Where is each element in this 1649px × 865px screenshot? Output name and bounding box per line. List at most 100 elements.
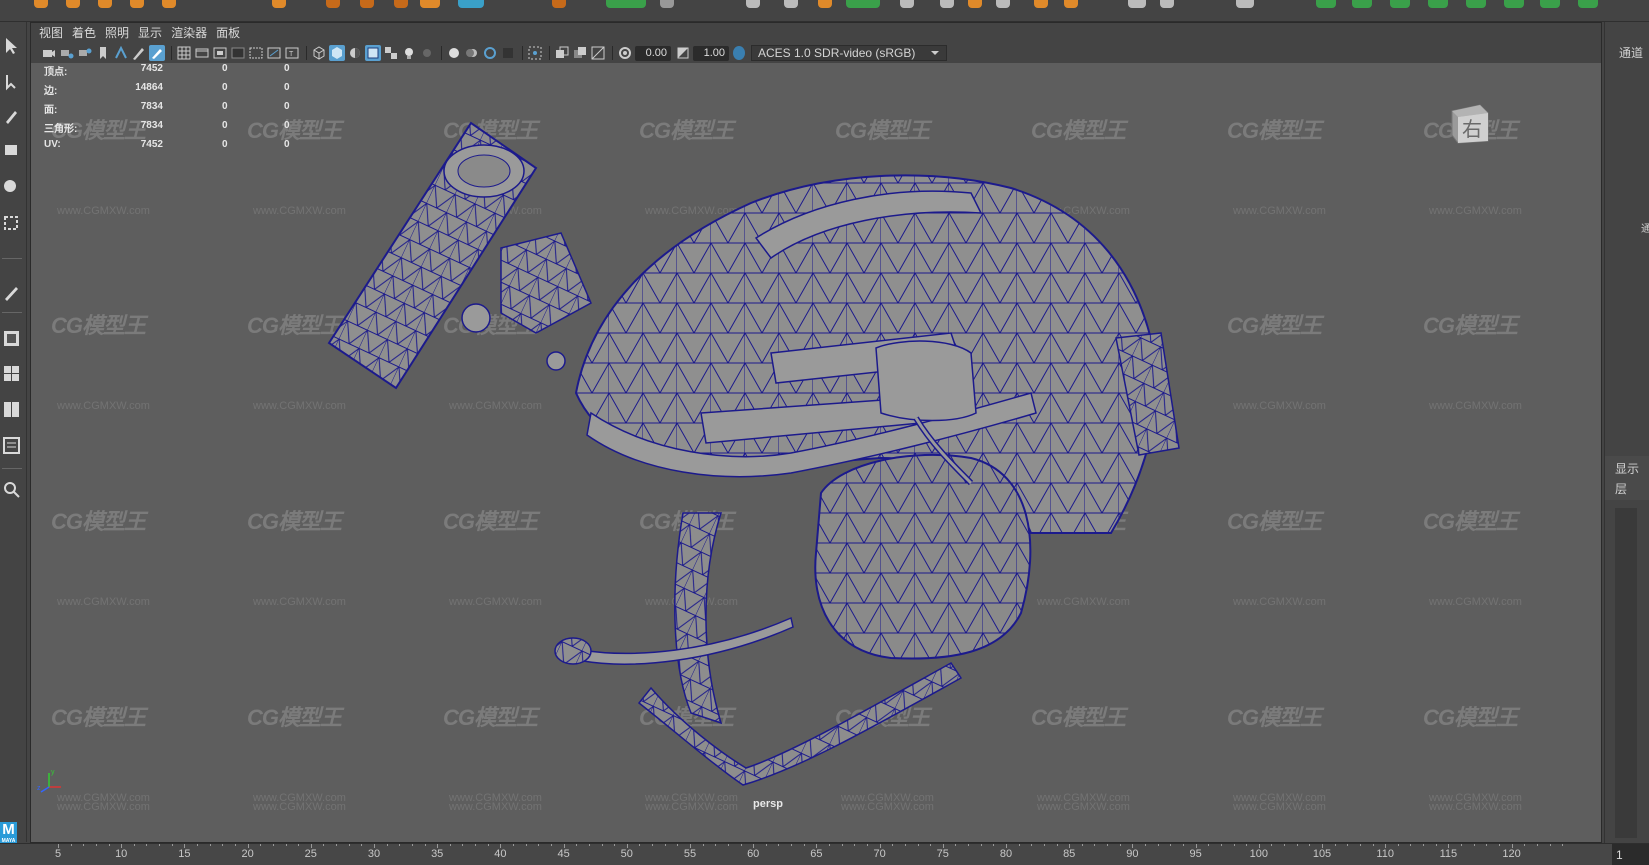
shelf-icon[interactable]	[784, 0, 798, 8]
shelf-icon[interactable]	[606, 0, 646, 8]
gamma-reset-button[interactable]	[675, 45, 691, 61]
view-transform-toggle[interactable]	[733, 45, 749, 61]
shelf-icon[interactable]	[846, 0, 880, 8]
select-camera-button[interactable]	[41, 45, 57, 61]
zoom-tool[interactable]	[2, 478, 22, 502]
shelf-icon[interactable]	[1466, 0, 1486, 8]
anti-aliasing-button[interactable]	[482, 45, 498, 61]
shelf-icon[interactable]	[34, 0, 48, 8]
tab-layers[interactable]: 层	[1615, 480, 1627, 497]
shelf-icon[interactable]	[1352, 0, 1372, 8]
shadows-button[interactable]	[419, 45, 435, 61]
smooth-shade-button[interactable]	[329, 45, 345, 61]
shelf-icon[interactable]	[1504, 0, 1524, 8]
backface-culling-button[interactable]	[590, 45, 606, 61]
safe-title-button[interactable]: T	[284, 45, 300, 61]
layout-four-button[interactable]	[2, 362, 22, 386]
shelf-icon[interactable]	[1390, 0, 1410, 8]
default-material-button[interactable]	[347, 45, 363, 61]
layout-single-button[interactable]	[2, 327, 22, 351]
pan-zoom-button[interactable]	[131, 45, 147, 61]
grease-pencil-button[interactable]	[149, 45, 165, 61]
shelf-icon[interactable]	[1316, 0, 1336, 8]
current-frame-field[interactable]: 1	[1612, 844, 1649, 865]
shelf-icon[interactable]	[1540, 0, 1560, 8]
wireframe-button[interactable]	[311, 45, 327, 61]
shelf-icon[interactable]	[394, 0, 408, 8]
shelf-icon[interactable]	[1236, 0, 1254, 8]
time-minor-tick	[70, 844, 72, 846]
shelf-icon[interactable]	[900, 0, 914, 8]
shelf-icon[interactable]	[746, 0, 760, 8]
field-chart-button[interactable]	[248, 45, 264, 61]
shelf-icon[interactable]	[660, 0, 674, 8]
shelf-icon[interactable]	[130, 0, 144, 8]
bookmark-button[interactable]	[77, 45, 93, 61]
xray-active-button[interactable]	[572, 45, 588, 61]
layout-outliner-button[interactable]	[2, 434, 22, 458]
view-transform-dropdown[interactable]: ACES 1.0 SDR-video (sRGB)	[751, 45, 947, 61]
shelf-icon[interactable]	[272, 0, 286, 8]
shelf-icon[interactable]	[1064, 0, 1078, 8]
menu-shading[interactable]: 着色	[72, 23, 105, 43]
last-tool[interactable]	[2, 280, 22, 304]
scale-tool[interactable]	[2, 210, 22, 234]
safe-action-button[interactable]	[266, 45, 282, 61]
viewport-3d[interactable]: CG模型王 www.CGMXW.com CG模型王 www.CGMXW.com CG模型…	[31, 63, 1601, 842]
shelf-icon[interactable]	[996, 0, 1010, 8]
tab-channels-cut[interactable]: 通	[1641, 220, 1649, 235]
move-tool[interactable]	[2, 138, 22, 162]
select-tool[interactable]	[2, 34, 22, 58]
menu-view[interactable]: 视图	[39, 23, 72, 43]
motion-blur-button[interactable]	[464, 45, 480, 61]
xray-button[interactable]	[383, 45, 399, 61]
shelf-icon[interactable]	[1578, 0, 1598, 8]
camera-attributes-button[interactable]	[59, 45, 75, 61]
menu-renderer[interactable]: 渲染器	[171, 23, 216, 43]
shelf-icon[interactable]	[66, 0, 80, 8]
rotate-tool[interactable]	[2, 174, 22, 198]
shelf-icon[interactable]	[1160, 0, 1174, 8]
time-tick-label: 40	[494, 848, 507, 860]
shelf-icon[interactable]	[98, 0, 112, 8]
image-plane-button[interactable]	[95, 45, 111, 61]
exposure-reset-button[interactable]	[617, 45, 633, 61]
shelf-icon[interactable]	[552, 0, 566, 8]
menu-lighting[interactable]: 照明	[105, 23, 138, 43]
layout-two-button[interactable]	[2, 398, 22, 422]
shelf-icon[interactable]	[420, 0, 440, 8]
exposure-field[interactable]: 0.00	[635, 45, 671, 61]
shelf-icon[interactable]	[360, 0, 374, 8]
grid-button[interactable]	[113, 45, 129, 61]
isolate-select-button[interactable]	[527, 45, 543, 61]
shelf-icon[interactable]	[458, 0, 484, 8]
shelf-icon[interactable]	[818, 0, 832, 8]
depth-of-field-button[interactable]	[500, 45, 516, 61]
toggle-grid-button[interactable]	[176, 45, 192, 61]
layer-list-scrollbar[interactable]	[1615, 508, 1637, 838]
tab-display[interactable]: 显示	[1615, 460, 1639, 477]
use-all-lights-button[interactable]	[401, 45, 417, 61]
resolution-gate-button[interactable]	[212, 45, 228, 61]
shelf-icon[interactable]	[1034, 0, 1048, 8]
paint-select-tool[interactable]	[2, 104, 22, 128]
shelf-icon[interactable]	[968, 0, 982, 8]
shelf-icon[interactable]	[940, 0, 954, 8]
shelf-icon[interactable]	[326, 0, 340, 8]
xray-joints-button[interactable]	[554, 45, 570, 61]
time-slider[interactable]: 5 10 15 20 25 30 35 40 45 50 55 60 65 70 75 80 85 90 95 100…	[0, 843, 1649, 865]
menu-show[interactable]: 显示	[138, 23, 171, 43]
shelf-icon[interactable]	[1428, 0, 1448, 8]
screen-space-ao-button[interactable]	[446, 45, 462, 61]
wireframe-on-shaded-button[interactable]	[365, 45, 381, 61]
film-gate-button[interactable]	[194, 45, 210, 61]
helmet-wireframe-model[interactable]	[31, 63, 1601, 842]
gate-mask-button[interactable]	[230, 45, 246, 61]
shelf-icon[interactable]	[162, 0, 176, 8]
tab-channels[interactable]: 通道	[1619, 44, 1643, 61]
menu-panels[interactable]: 面板	[216, 23, 249, 43]
time-minor-tick	[1372, 844, 1374, 846]
lasso-tool[interactable]	[2, 70, 22, 94]
gamma-field[interactable]: 1.00	[693, 45, 729, 61]
shelf-icon[interactable]	[1128, 0, 1146, 8]
